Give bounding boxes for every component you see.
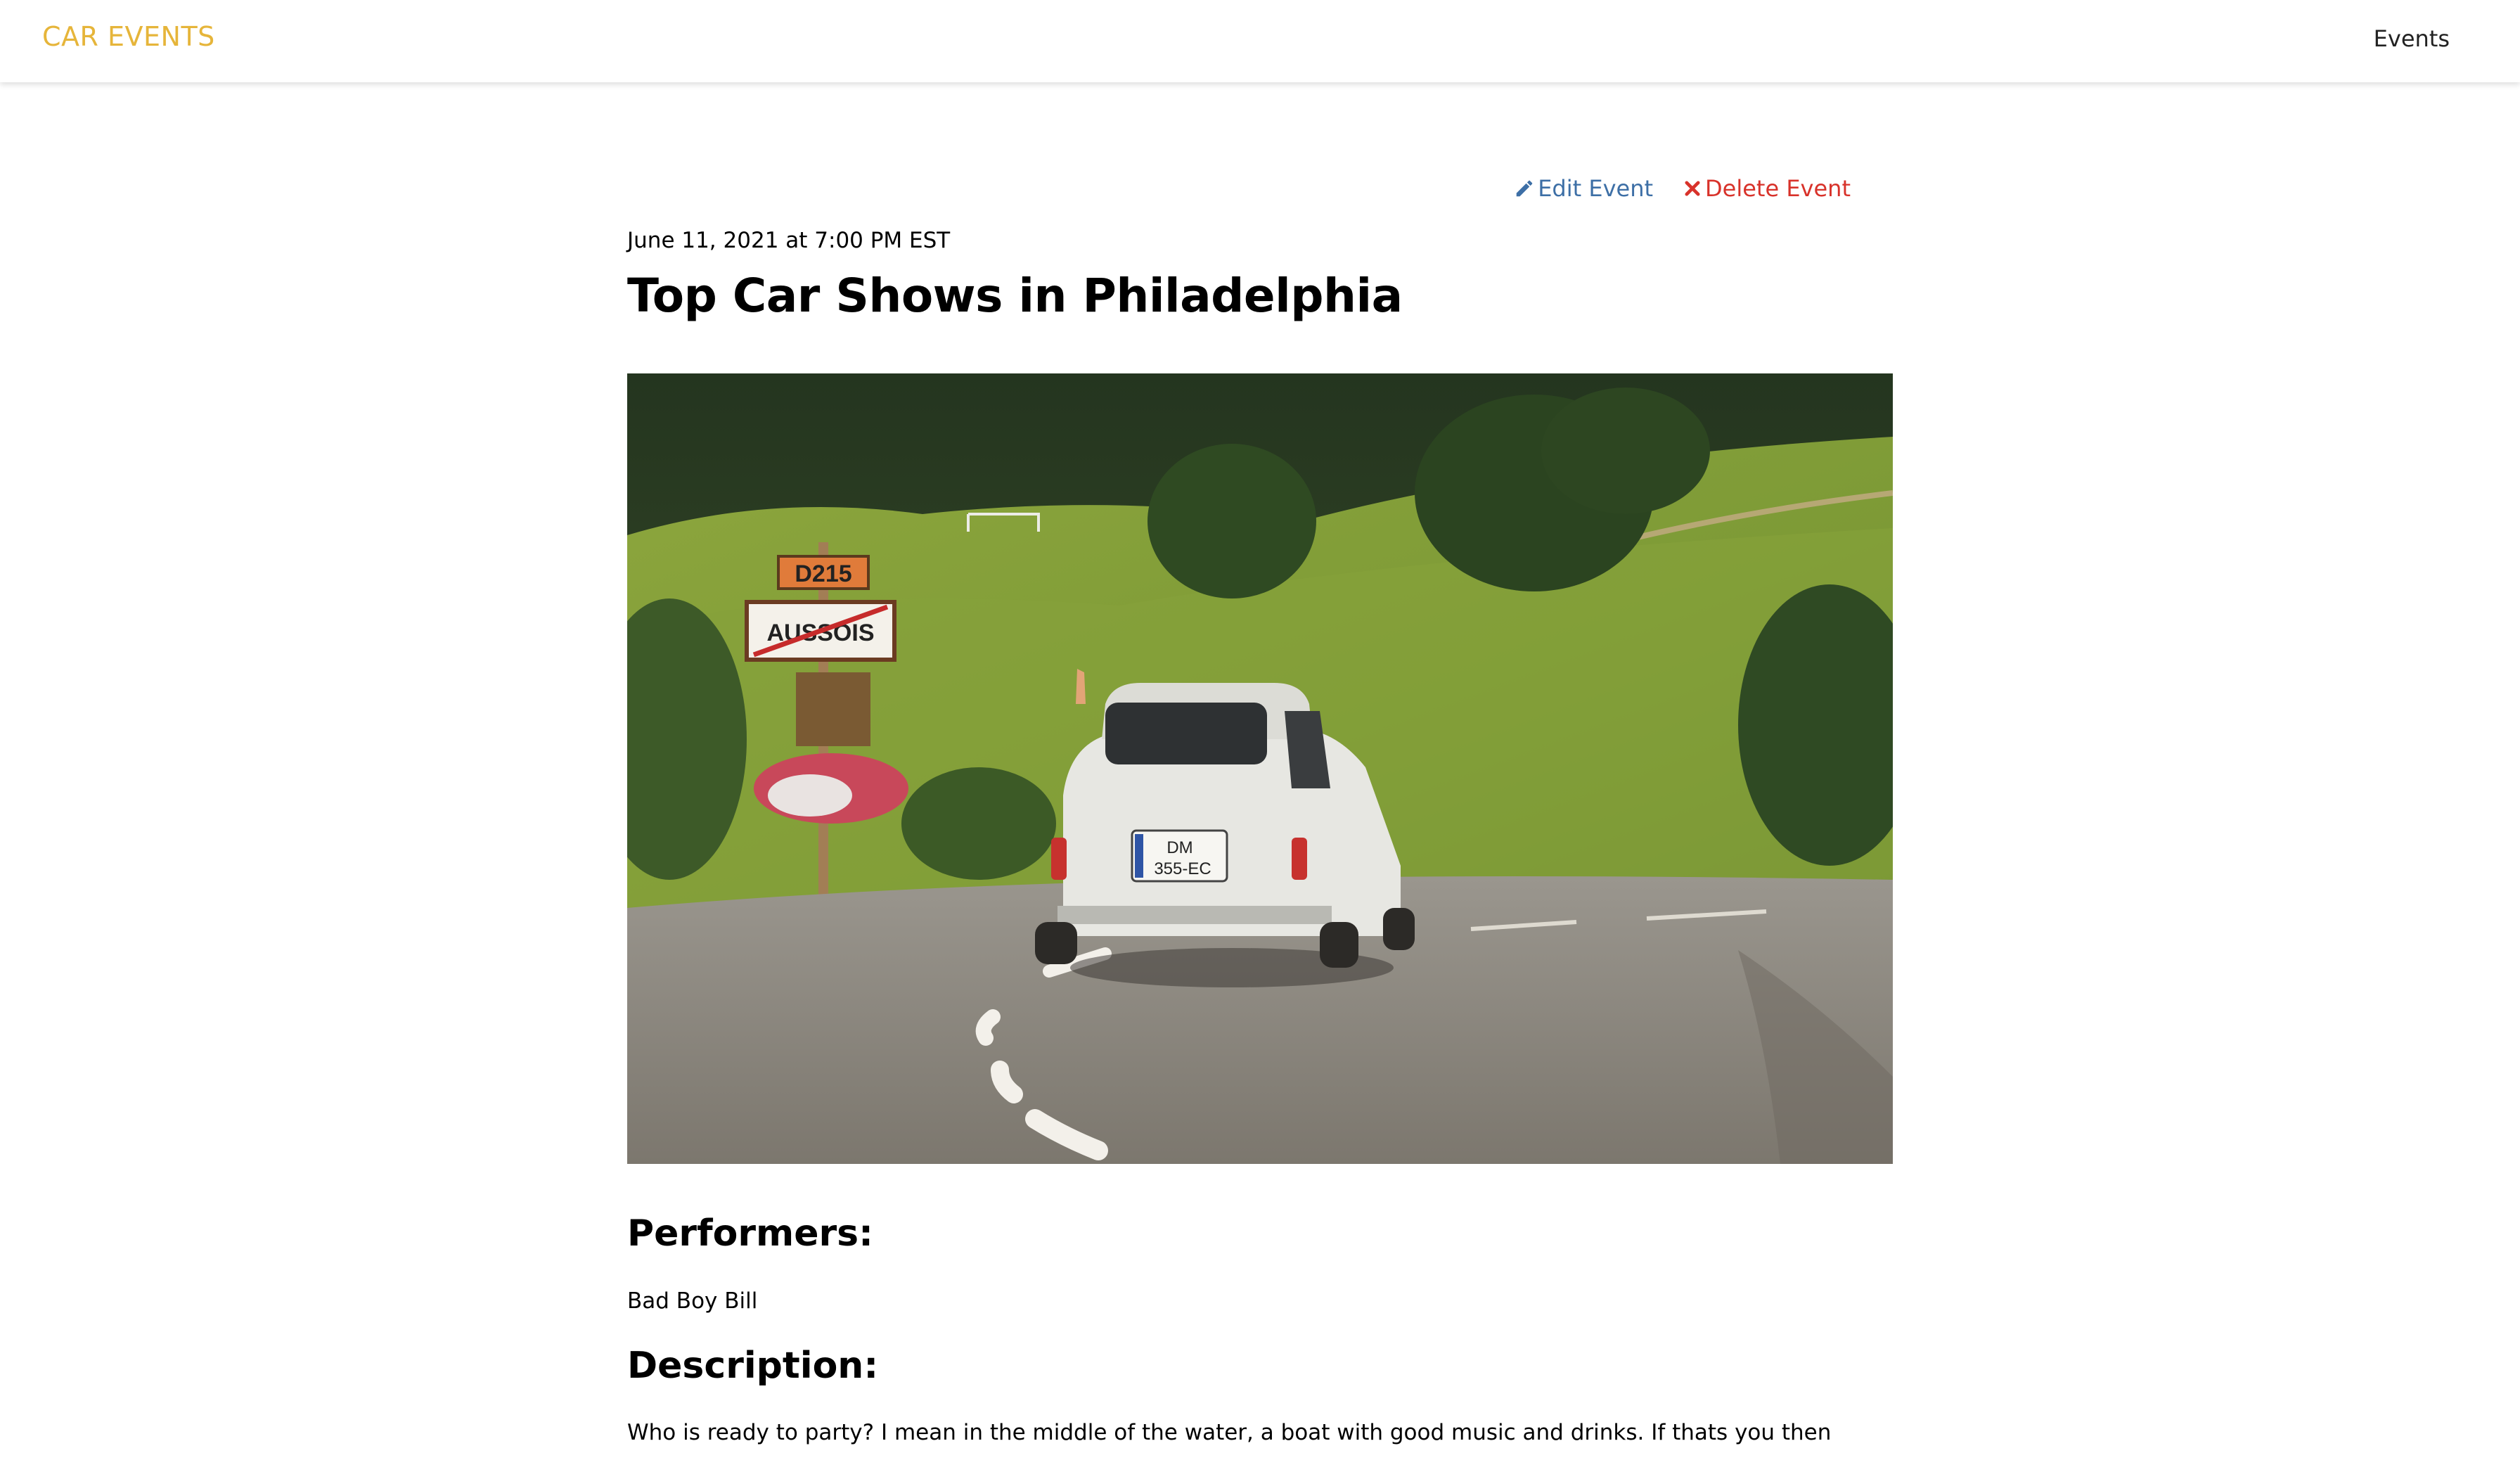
top-navbar: CAR EVENTS Events xyxy=(0,0,2520,82)
event-image: D215 AUSSOIS xyxy=(627,373,1893,1164)
pencil-icon xyxy=(1514,178,1535,199)
plate-line2: 355-EC xyxy=(1154,859,1211,878)
event-title: Top Car Shows in Philadelphia xyxy=(627,269,1403,323)
edit-event-button[interactable]: Edit Event xyxy=(1514,175,1653,202)
x-icon xyxy=(1683,179,1702,198)
brand-logo-link[interactable]: CAR EVENTS xyxy=(42,21,215,52)
description-heading: Description: xyxy=(627,1345,879,1387)
edit-event-label: Edit Event xyxy=(1538,175,1654,202)
event-actions: Edit Event Delete Event xyxy=(1514,171,1851,206)
delete-event-button[interactable]: Delete Event xyxy=(1683,175,1851,202)
delete-event-label: Delete Event xyxy=(1705,175,1851,202)
nav-events-link[interactable]: Events xyxy=(2374,25,2450,52)
performers-heading: Performers: xyxy=(627,1212,873,1255)
performers-value: Bad Boy Bill xyxy=(627,1288,758,1314)
description-text: Who is ready to party? I mean in the mid… xyxy=(627,1420,1832,1445)
event-date: June 11, 2021 at 7:00 PM EST xyxy=(627,228,951,253)
sign-d215-text: D215 xyxy=(795,561,851,587)
plate-line1: DM xyxy=(1166,838,1192,857)
